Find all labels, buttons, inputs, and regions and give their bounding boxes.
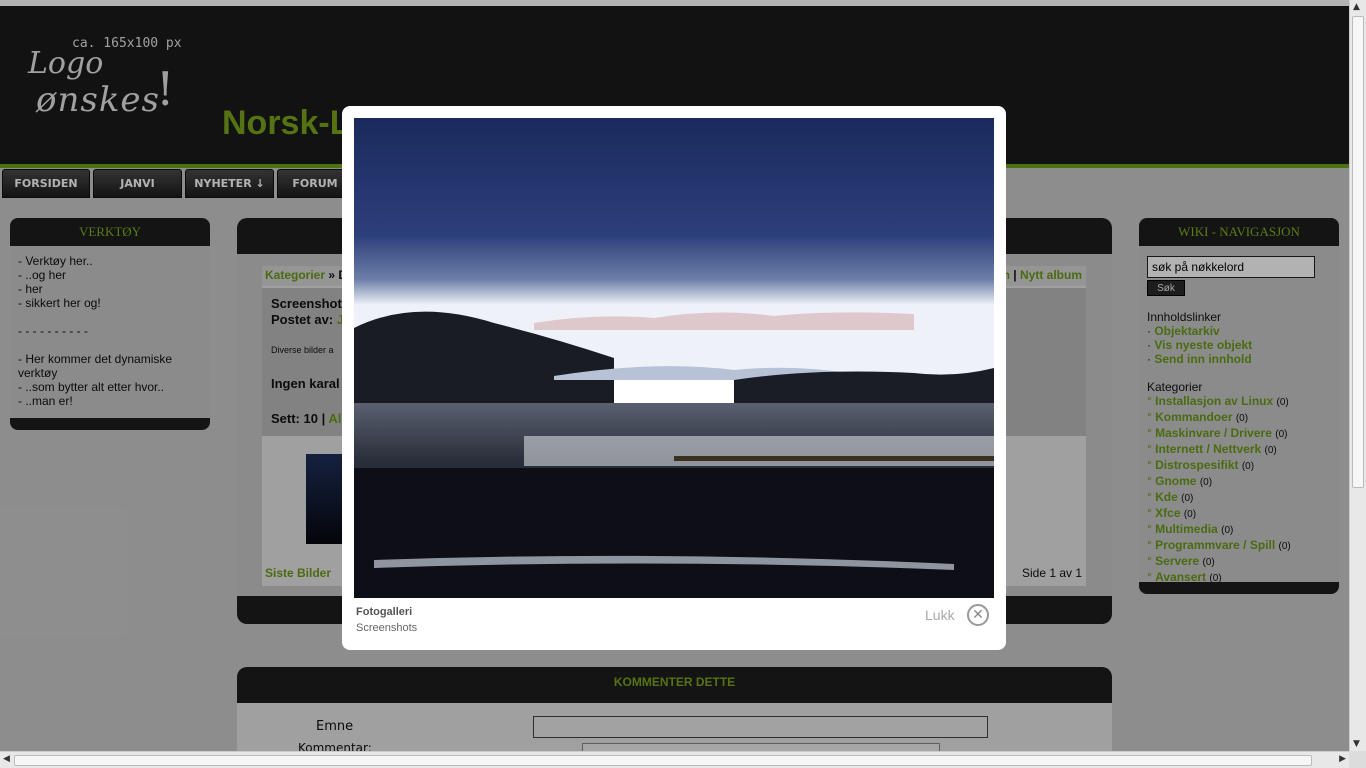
lightbox-subtitle: Screenshots bbox=[356, 622, 418, 634]
scroll-left-icon[interactable]: ◀ bbox=[3, 754, 10, 764]
lightbox-title: Fotogalleri bbox=[356, 606, 413, 618]
scrollbar-corner bbox=[1349, 751, 1366, 768]
vertical-scroll-thumb[interactable] bbox=[1352, 16, 1364, 488]
lightbox: Fotogalleri Screenshots Lukk ✕ bbox=[342, 106, 1006, 650]
horizontal-scroll-thumb[interactable] bbox=[14, 755, 1312, 766]
scroll-up-icon[interactable]: ▲ bbox=[1353, 2, 1360, 12]
scroll-right-icon[interactable]: ▶ bbox=[1339, 754, 1346, 764]
scroll-down-icon[interactable]: ▼ bbox=[1353, 739, 1360, 749]
lightbox-close-label[interactable]: Lukk bbox=[925, 607, 955, 623]
vertical-scrollbar[interactable]: ▲ ▼ bbox=[1349, 0, 1366, 751]
browser-viewport: ca. 165x100 px Logo ønskes ! Norsk-L FOR… bbox=[0, 0, 1349, 751]
close-icon[interactable]: ✕ bbox=[967, 604, 989, 626]
photo-image bbox=[354, 118, 994, 598]
horizontal-scrollbar[interactable]: ◀ ▶ bbox=[0, 751, 1349, 768]
lightbox-photo[interactable] bbox=[354, 118, 994, 598]
